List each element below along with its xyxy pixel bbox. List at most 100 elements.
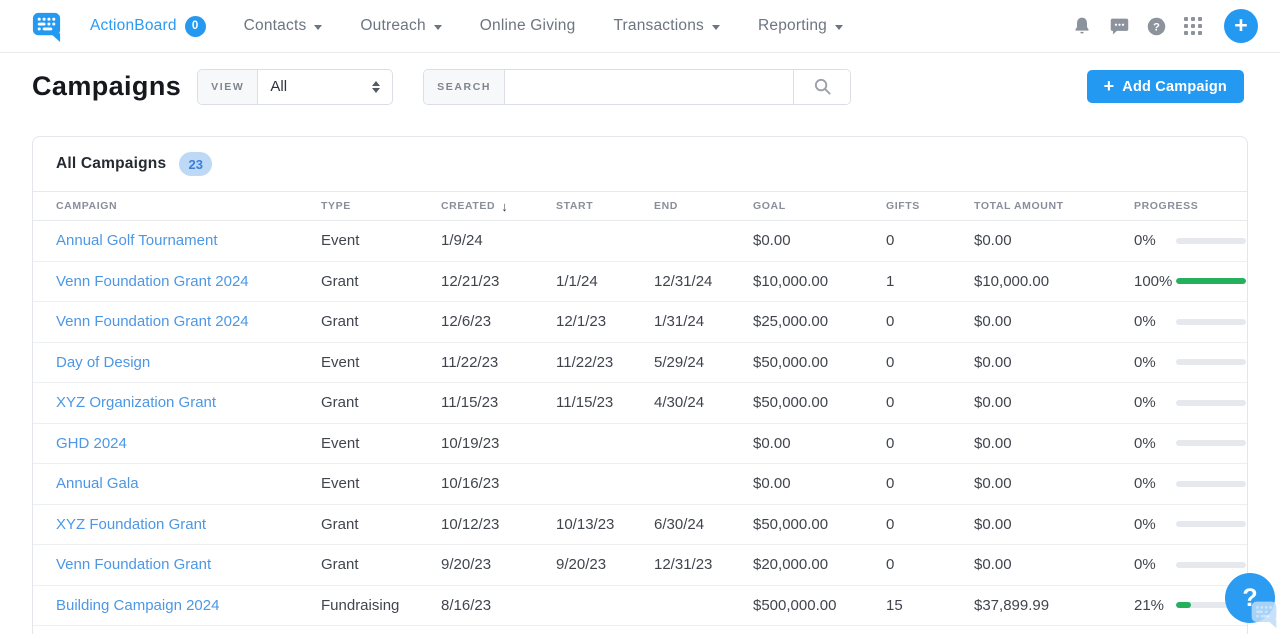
nav-online-giving-label: Online Giving — [480, 17, 576, 35]
created-cell: 11/15/23 — [441, 394, 556, 411]
progress-bar — [1176, 440, 1246, 446]
table-row: Venn Foundation Grant Grant 9/20/23 9/20… — [33, 545, 1247, 586]
total-amount-cell: $10,000.00 — [974, 273, 1134, 290]
quick-add-button[interactable]: + — [1224, 9, 1258, 43]
campaign-link[interactable]: Annual Golf Tournament — [56, 232, 218, 249]
created-cell: 10/12/23 — [441, 516, 556, 533]
col-progress[interactable]: PROGRESS — [1134, 200, 1233, 212]
chat-icon[interactable] — [1105, 12, 1133, 40]
campaign-link[interactable]: GHD 2024 — [56, 435, 127, 452]
col-type[interactable]: TYPE — [321, 200, 441, 212]
search-button[interactable] — [793, 70, 850, 104]
table-body: Annual Golf Tournament Event 1/9/24 $0.0… — [33, 221, 1247, 626]
nav-actionboard[interactable]: ActionBoard 0 — [90, 16, 206, 37]
progress-bar — [1176, 359, 1246, 365]
help-button[interactable]: ? — [1225, 573, 1277, 625]
campaign-link[interactable]: Annual Gala — [56, 475, 139, 492]
campaign-link[interactable]: Day of Design — [56, 354, 150, 371]
nav-outreach[interactable]: Outreach — [360, 17, 441, 35]
campaign-link[interactable]: Venn Foundation Grant — [56, 556, 211, 573]
view-select[interactable]: All — [258, 70, 392, 104]
progress-percent: 0% — [1134, 556, 1176, 573]
gifts-cell: 0 — [886, 435, 974, 452]
top-nav: ActionBoard 0 Contacts Outreach Online G… — [0, 0, 1280, 53]
table-row: Annual Golf Tournament Event 1/9/24 $0.0… — [33, 221, 1247, 262]
search-input[interactable] — [505, 70, 793, 104]
progress-percent: 21% — [1134, 597, 1176, 614]
col-total-amount[interactable]: TOTAL AMOUNT — [974, 200, 1134, 212]
gifts-cell: 0 — [886, 313, 974, 330]
page-header: Campaigns VIEW All SEARCH + Add Campaign — [0, 53, 1280, 120]
primary-nav: ActionBoard 0 Contacts Outreach Online G… — [90, 16, 843, 37]
campaign-cell: Building Campaign 2024 — [56, 597, 321, 614]
progress-bar — [1176, 562, 1246, 568]
campaign-cell: XYZ Organization Grant — [56, 394, 321, 411]
nav-contacts[interactable]: Contacts — [244, 17, 323, 35]
progress-percent: 0% — [1134, 475, 1176, 492]
start-cell: 1/1/24 — [556, 273, 654, 290]
col-end[interactable]: END — [654, 200, 753, 212]
type-cell: Grant — [321, 516, 441, 533]
campaign-link[interactable]: XYZ Foundation Grant — [56, 516, 206, 533]
progress-bar — [1176, 481, 1246, 487]
goal-cell: $50,000.00 — [753, 354, 886, 371]
progress-cell: 0% — [1134, 556, 1246, 573]
progress-bar — [1176, 319, 1246, 325]
total-amount-cell: $0.00 — [974, 556, 1134, 573]
progress-cell: 0% — [1134, 475, 1246, 492]
gifts-cell: 0 — [886, 394, 974, 411]
gifts-cell: 0 — [886, 232, 974, 249]
progress-percent: 100% — [1134, 273, 1176, 290]
col-goal[interactable]: GOAL — [753, 200, 886, 212]
progress-percent: 0% — [1134, 313, 1176, 330]
start-cell: 12/1/23 — [556, 313, 654, 330]
nav-online-giving[interactable]: Online Giving — [480, 17, 576, 35]
help-circle-icon[interactable]: ? — [1142, 12, 1170, 40]
table-row: XYZ Organization Grant Grant 11/15/23 11… — [33, 383, 1247, 424]
apps-grid-icon[interactable] — [1179, 12, 1207, 40]
progress-cell: 0% — [1134, 394, 1246, 411]
type-cell: Grant — [321, 273, 441, 290]
brand-watermark-icon — [1249, 599, 1279, 629]
gifts-cell: 15 — [886, 597, 974, 614]
type-cell: Fundraising — [321, 597, 441, 614]
chevron-down-icon — [314, 25, 322, 30]
campaign-link[interactable]: Venn Foundation Grant 2024 — [56, 313, 249, 330]
goal-cell: $500,000.00 — [753, 597, 886, 614]
nav-transactions[interactable]: Transactions — [613, 17, 720, 35]
progress-cell: 100% — [1134, 273, 1246, 290]
col-gifts[interactable]: GIFTS — [886, 200, 974, 212]
campaign-link[interactable]: Building Campaign 2024 — [56, 597, 219, 614]
end-cell: 12/31/23 — [654, 556, 753, 573]
add-campaign-button[interactable]: + Add Campaign — [1087, 70, 1244, 103]
created-cell: 12/6/23 — [441, 313, 556, 330]
col-created[interactable]: CREATED ↓ — [441, 199, 556, 214]
start-cell: 11/15/23 — [556, 394, 654, 411]
view-label: VIEW — [198, 70, 258, 104]
app: ActionBoard 0 Contacts Outreach Online G… — [0, 0, 1280, 634]
chevron-down-icon — [712, 25, 720, 30]
campaign-cell: XYZ Foundation Grant — [56, 516, 321, 533]
search-label: SEARCH — [424, 70, 505, 104]
type-cell: Grant — [321, 313, 441, 330]
end-cell: 6/30/24 — [654, 516, 753, 533]
table-row: Day of Design Event 11/22/23 11/22/23 5/… — [33, 343, 1247, 384]
col-start[interactable]: START — [556, 200, 654, 212]
campaign-cell: Annual Golf Tournament — [56, 232, 321, 249]
col-campaign[interactable]: CAMPAIGN — [56, 200, 321, 212]
total-amount-cell: $0.00 — [974, 516, 1134, 533]
progress-cell: 0% — [1134, 232, 1246, 249]
gifts-cell: 0 — [886, 516, 974, 533]
nav-actionboard-label: ActionBoard — [90, 17, 177, 35]
brand-logo-icon[interactable] — [30, 10, 63, 43]
progress-bar — [1176, 278, 1246, 284]
created-cell: 9/20/23 — [441, 556, 556, 573]
notifications-bell-icon[interactable] — [1068, 12, 1096, 40]
total-amount-cell: $0.00 — [974, 475, 1134, 492]
type-cell: Event — [321, 354, 441, 371]
campaign-link[interactable]: Venn Foundation Grant 2024 — [56, 273, 249, 290]
panel-header: All Campaigns 23 — [33, 137, 1247, 192]
campaign-link[interactable]: XYZ Organization Grant — [56, 394, 216, 411]
nav-reporting[interactable]: Reporting — [758, 17, 843, 35]
progress-bar — [1176, 521, 1246, 527]
